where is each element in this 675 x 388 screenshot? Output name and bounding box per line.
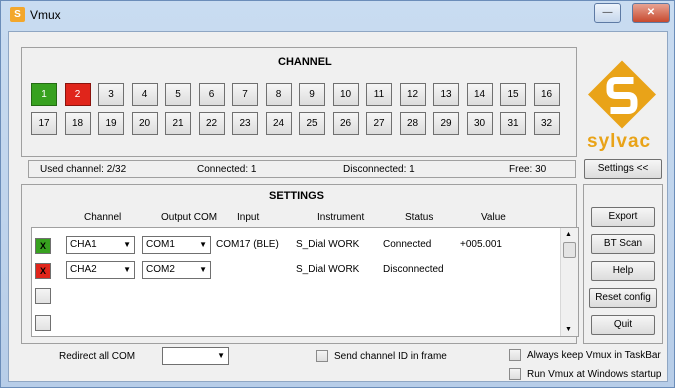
close-button[interactable]: ✕ xyxy=(632,3,670,23)
channel-button-32[interactable]: 32 xyxy=(533,112,560,135)
disconnected-status: Disconnected: 1 xyxy=(343,164,415,175)
channel-button-17[interactable]: 17 xyxy=(31,112,57,135)
input-port: COM17 (BLE) xyxy=(216,239,279,250)
scroll-down-icon[interactable]: ▼ xyxy=(565,326,572,333)
title-bar[interactable]: S Vmux — ✕ xyxy=(1,1,674,31)
settings-title: SETTINGS xyxy=(269,190,325,202)
channel-button-3[interactable]: 3 xyxy=(98,83,124,106)
channel-button-22[interactable]: 22 xyxy=(198,112,225,135)
header-output-com: Output COM xyxy=(161,212,218,223)
channel-button-7[interactable]: 7 xyxy=(232,83,258,106)
channel-button-28[interactable]: 28 xyxy=(399,112,426,135)
channel-button-31[interactable]: 31 xyxy=(500,112,526,135)
free-status: Free: 30 xyxy=(509,164,547,175)
sylvac-logo-text: sylvac xyxy=(587,131,652,152)
connection-status: Connected xyxy=(383,239,432,250)
quit-button[interactable]: Quit xyxy=(591,315,655,335)
channel-button-4[interactable]: 4 xyxy=(131,83,158,106)
channel-enable-checkbox[interactable]: X xyxy=(35,238,51,254)
help-button[interactable]: Help xyxy=(591,261,655,281)
window-title: Vmux xyxy=(30,8,61,22)
channel-button-10[interactable]: 10 xyxy=(332,83,359,106)
channel-button-27[interactable]: 27 xyxy=(366,112,392,135)
output-com-select[interactable]: COM2 ▼ xyxy=(142,261,211,279)
channel-button-19[interactable]: 19 xyxy=(98,112,124,135)
channel-button-24[interactable]: 24 xyxy=(265,112,292,135)
channel-button-30[interactable]: 30 xyxy=(466,112,493,135)
bt-scan-button[interactable]: BT Scan xyxy=(591,234,655,254)
run-at-startup-checkbox[interactable] xyxy=(509,368,521,380)
dropdown-arrow-icon: ▼ xyxy=(123,265,131,274)
redirect-com-select[interactable]: ▼ xyxy=(162,347,229,365)
header-status: Status xyxy=(405,212,434,223)
dropdown-arrow-icon: ▼ xyxy=(123,240,131,249)
channel-button-23[interactable]: 23 xyxy=(232,112,258,135)
measurement-value: +005.001 xyxy=(460,239,502,250)
dropdown-arrow-icon: ▼ xyxy=(217,351,225,360)
settings-scrollbar[interactable]: ▲ ▼ xyxy=(560,228,578,336)
channel-button-5[interactable]: 5 xyxy=(165,83,191,106)
channel-button-25[interactable]: 25 xyxy=(299,112,325,135)
header-value: Value xyxy=(481,212,506,223)
client-area: CHANNEL 1 2 3 4 5 6 7 8 9 10 11 12 13 14 15 16 17 18 19 20 2… xyxy=(8,31,668,382)
export-button[interactable]: Export xyxy=(591,207,655,227)
output-com-select[interactable]: COM1 ▼ xyxy=(142,236,211,254)
dropdown-arrow-icon: ▼ xyxy=(199,265,207,274)
header-input: Input xyxy=(237,212,260,223)
channel-select[interactable]: CHA1 ▼ xyxy=(66,236,135,254)
minimize-icon: — xyxy=(602,7,613,18)
channel-settings-list[interactable]: X CHA1 ▼ COM1 ▼ COM17 (BLE) S_Dial WORK Co… xyxy=(31,227,579,337)
channel-button-12[interactable]: 12 xyxy=(399,83,426,106)
channel-button-18[interactable]: 18 xyxy=(64,112,91,135)
run-at-startup-label: Run Vmux at Windows startup xyxy=(527,369,662,380)
instrument-name: S_Dial WORK xyxy=(296,264,360,275)
channel-button-16[interactable]: 16 xyxy=(533,83,560,106)
used-channel-status: Used channel: 2/32 xyxy=(40,164,127,175)
minimize-button[interactable]: — xyxy=(594,3,621,23)
channel-button-29[interactable]: 29 xyxy=(433,112,459,135)
send-channel-id-label: Send channel ID in frame xyxy=(334,351,447,362)
channel-enable-checkbox[interactable] xyxy=(35,315,51,331)
channel-enable-checkbox[interactable]: X xyxy=(35,263,51,279)
connection-status: Disconnected xyxy=(383,264,444,275)
header-channel: Channel xyxy=(84,212,122,223)
status-line: Used channel: 2/32 Connected: 1 Disconne… xyxy=(28,160,576,178)
channel-button-15[interactable]: 15 xyxy=(500,83,526,106)
scroll-thumb[interactable] xyxy=(563,242,576,258)
channel-select[interactable]: CHA2 ▼ xyxy=(66,261,135,279)
connected-status: Connected: 1 xyxy=(197,164,257,175)
channel-button-2[interactable]: 2 xyxy=(64,83,91,106)
dropdown-arrow-icon: ▼ xyxy=(199,240,207,249)
vmux-window: S Vmux — ✕ CHANNEL 1 2 3 4 5 6 7 8 9 10 11 12 13 14 15… xyxy=(0,0,675,388)
scroll-up-icon[interactable]: ▲ xyxy=(565,231,572,238)
channel-button-6[interactable]: 6 xyxy=(198,83,225,106)
always-keep-taskbar-checkbox[interactable] xyxy=(509,349,521,361)
app-icon: S xyxy=(10,7,25,22)
always-keep-taskbar-label: Always keep Vmux in TaskBar xyxy=(527,350,661,361)
channel-title: CHANNEL xyxy=(278,56,332,68)
channel-button-8[interactable]: 8 xyxy=(265,83,292,106)
channel-button-26[interactable]: 26 xyxy=(332,112,359,135)
channel-button-11[interactable]: 11 xyxy=(366,83,392,106)
header-instrument: Instrument xyxy=(317,212,365,223)
channel-button-14[interactable]: 14 xyxy=(466,83,493,106)
settings-toggle-button[interactable]: Settings << xyxy=(584,159,662,179)
redirect-com-label: Redirect all COM xyxy=(59,351,136,362)
send-channel-id-checkbox[interactable] xyxy=(316,350,328,362)
channel-button-20[interactable]: 20 xyxy=(131,112,158,135)
channel-button-21[interactable]: 21 xyxy=(165,112,191,135)
reset-config-button[interactable]: Reset config xyxy=(589,288,657,308)
channel-button-9[interactable]: 9 xyxy=(299,83,325,106)
instrument-name: S_Dial WORK xyxy=(296,239,360,250)
close-icon: ✕ xyxy=(646,7,656,18)
channel-button-13[interactable]: 13 xyxy=(433,83,459,106)
channel-enable-checkbox[interactable] xyxy=(35,288,51,304)
channel-button-1[interactable]: 1 xyxy=(31,83,57,106)
